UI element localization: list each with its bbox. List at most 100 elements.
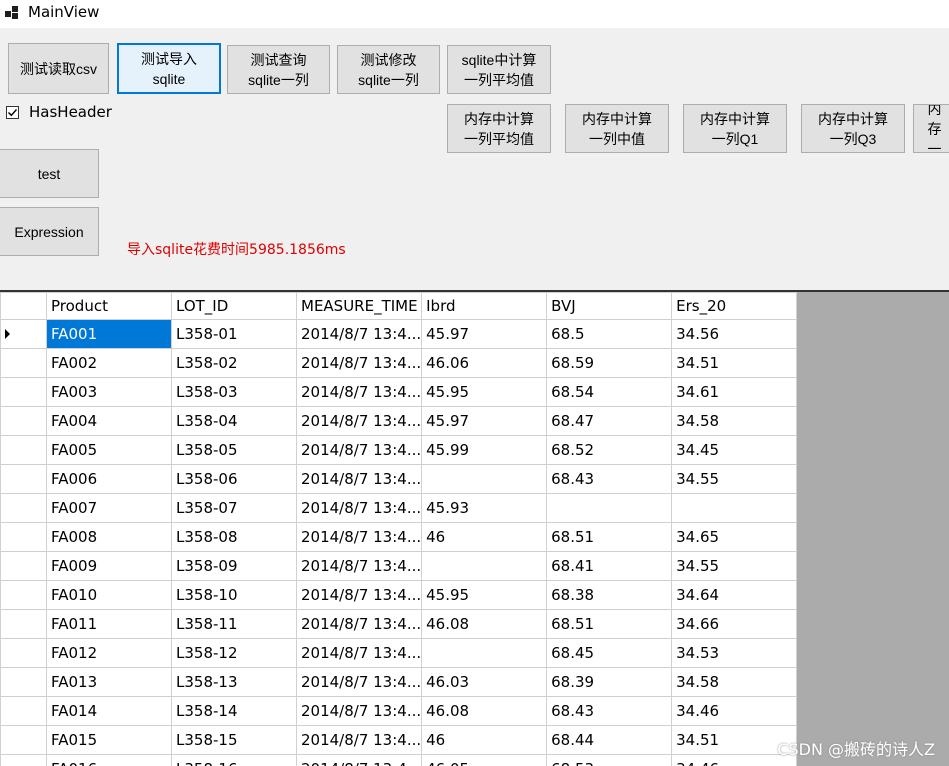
title-bar[interactable]: MainView: [0, 0, 949, 28]
memory-extra-button[interactable]: 内存 一: [913, 104, 949, 153]
memory-average-button[interactable]: 内存中计算 一列平均值: [447, 104, 551, 153]
grid-cell[interactable]: L358-01: [171, 319, 297, 349]
grid-cell[interactable]: 45.93: [421, 493, 548, 523]
column-header-measure-time[interactable]: MEASURE_TIME: [295, 292, 423, 320]
grid-cell[interactable]: 46.08: [421, 696, 548, 726]
table-row[interactable]: FA004 L358-04 2014/8/7 13:4... 45.97 68.47 34…: [0, 406, 798, 436]
sqlite-average-button[interactable]: sqlite中计算 一列平均值: [447, 45, 551, 94]
grid-cell[interactable]: [421, 464, 548, 494]
grid-cell[interactable]: 34.58: [671, 667, 798, 697]
grid-cell[interactable]: 2014/8/7 13:4...: [295, 754, 423, 766]
grid-cell[interactable]: 2014/8/7 13:4...: [295, 638, 423, 668]
grid-cell[interactable]: 34.53: [671, 638, 798, 668]
grid-cell[interactable]: [671, 493, 798, 523]
grid-cell[interactable]: 2014/8/7 13:4...: [295, 580, 423, 610]
grid-cell[interactable]: 68.59: [546, 348, 673, 378]
grid-cell[interactable]: 2014/8/7 13:4...: [295, 319, 423, 349]
grid-cell[interactable]: L358-10: [171, 580, 297, 610]
grid-cell[interactable]: L358-04: [171, 406, 297, 436]
grid-cell[interactable]: FA013: [46, 667, 172, 697]
grid-cell[interactable]: 34.66: [671, 609, 798, 639]
table-row[interactable]: FA014 L358-14 2014/8/7 13:4... 46.08 68.43 34…: [0, 696, 798, 726]
grid-cell[interactable]: 2014/8/7 13:4...: [295, 725, 423, 755]
grid-cell[interactable]: 34.61: [671, 377, 798, 407]
corner-header-cell[interactable]: [0, 292, 47, 320]
grid-cell[interactable]: FA010: [46, 580, 172, 610]
table-row[interactable]: FA012 L358-12 2014/8/7 13:4... 68.45 34.53: [0, 638, 798, 668]
grid-cell[interactable]: 46: [421, 522, 548, 552]
grid-cell[interactable]: FA008: [46, 522, 172, 552]
grid-cell[interactable]: 68.43: [546, 696, 673, 726]
grid-cell[interactable]: 2014/8/7 13:4...: [295, 551, 423, 581]
grid-cell[interactable]: L358-03: [171, 377, 297, 407]
grid-cell[interactable]: FA001: [46, 319, 172, 349]
row-header-cell[interactable]: [0, 493, 47, 523]
grid-cell[interactable]: L358-16: [171, 754, 297, 766]
row-header-cell[interactable]: [0, 522, 47, 552]
grid-cell[interactable]: 34.45: [671, 435, 798, 465]
grid-cell[interactable]: 46: [421, 725, 548, 755]
grid-cell[interactable]: [421, 551, 548, 581]
grid-cell[interactable]: FA005: [46, 435, 172, 465]
row-header-cell[interactable]: [0, 551, 47, 581]
table-row[interactable]: FA005 L358-05 2014/8/7 13:4... 45.99 68.52 34…: [0, 435, 798, 465]
grid-cell[interactable]: L358-08: [171, 522, 297, 552]
grid-cell[interactable]: FA011: [46, 609, 172, 639]
grid-cell[interactable]: 45.95: [421, 580, 548, 610]
grid-cell[interactable]: 2014/8/7 13:4...: [295, 609, 423, 639]
query-sqlite-button[interactable]: 测试查询 sqlite一列: [227, 45, 330, 94]
grid-cell[interactable]: L358-09: [171, 551, 297, 581]
grid-cell[interactable]: FA009: [46, 551, 172, 581]
test-button[interactable]: test: [0, 149, 99, 198]
grid-cell[interactable]: L358-06: [171, 464, 297, 494]
grid-cell[interactable]: L358-05: [171, 435, 297, 465]
grid-cell[interactable]: 46.03: [421, 667, 548, 697]
grid-cell[interactable]: 34.58: [671, 406, 798, 436]
grid-cell[interactable]: L358-14: [171, 696, 297, 726]
column-header-product[interactable]: Product: [46, 292, 172, 320]
row-header-cell[interactable]: [0, 377, 47, 407]
grid-cell[interactable]: 2014/8/7 13:4...: [295, 493, 423, 523]
checkbox-box[interactable]: [6, 105, 19, 119]
grid-cell[interactable]: 2014/8/7 13:4...: [295, 406, 423, 436]
grid-cell[interactable]: 34.55: [671, 551, 798, 581]
grid-cell[interactable]: 34.64: [671, 580, 798, 610]
expression-button[interactable]: Expression: [0, 207, 99, 256]
row-header-cell[interactable]: [0, 464, 47, 494]
grid-cell[interactable]: 68.51: [546, 609, 673, 639]
has-header-checkbox[interactable]: HasHeader: [6, 102, 112, 122]
row-header-cell[interactable]: [0, 754, 47, 766]
grid-cell[interactable]: 68.53: [546, 754, 673, 766]
grid-cell[interactable]: 68.41: [546, 551, 673, 581]
row-header-cell[interactable]: [0, 406, 47, 436]
grid-cell[interactable]: 34.51: [671, 348, 798, 378]
grid-cell[interactable]: 68.54: [546, 377, 673, 407]
grid-cell[interactable]: FA002: [46, 348, 172, 378]
table-row[interactable]: FA016L358-162014/8/7 13:4...46.0568.5334…: [0, 754, 798, 766]
row-header-cell[interactable]: [0, 348, 47, 378]
table-row[interactable]: FA011 L358-11 2014/8/7 13:4... 46.08 68.51 34…: [0, 609, 798, 639]
grid-cell[interactable]: 68.5: [546, 319, 673, 349]
table-row[interactable]: FA008 L358-08 2014/8/7 13:4... 46 68.51 34.65: [0, 522, 798, 552]
row-header-cell[interactable]: [0, 609, 47, 639]
table-row[interactable]: FA013 L358-13 2014/8/7 13:4... 46.03 68.39 34…: [0, 667, 798, 697]
grid-cell[interactable]: 2014/8/7 13:4...: [295, 696, 423, 726]
grid-cell[interactable]: FA004: [46, 406, 172, 436]
grid-cell[interactable]: 2014/8/7 13:4...: [295, 522, 423, 552]
grid-cell[interactable]: 45.97: [421, 406, 548, 436]
memory-median-button[interactable]: 内存中计算 一列中值: [565, 104, 669, 153]
row-header-cell[interactable]: [0, 667, 47, 697]
grid-cell[interactable]: 34.65: [671, 522, 798, 552]
row-header-cell[interactable]: [0, 319, 47, 349]
modify-sqlite-button[interactable]: 测试修改 sqlite一列: [337, 45, 440, 94]
column-header-bvj[interactable]: BVJ: [546, 292, 673, 320]
column-header-ibrd[interactable]: Ibrd: [421, 292, 548, 320]
grid-cell[interactable]: L358-12: [171, 638, 297, 668]
grid-cell[interactable]: FA016: [46, 754, 172, 766]
grid-cell[interactable]: L358-11: [171, 609, 297, 639]
grid-cell[interactable]: 2014/8/7 13:4...: [295, 348, 423, 378]
grid-cell[interactable]: L358-07: [171, 493, 297, 523]
grid-cell[interactable]: 46.05: [421, 754, 548, 766]
grid-cell[interactable]: [546, 493, 673, 523]
grid-cell[interactable]: FA015: [46, 725, 172, 755]
